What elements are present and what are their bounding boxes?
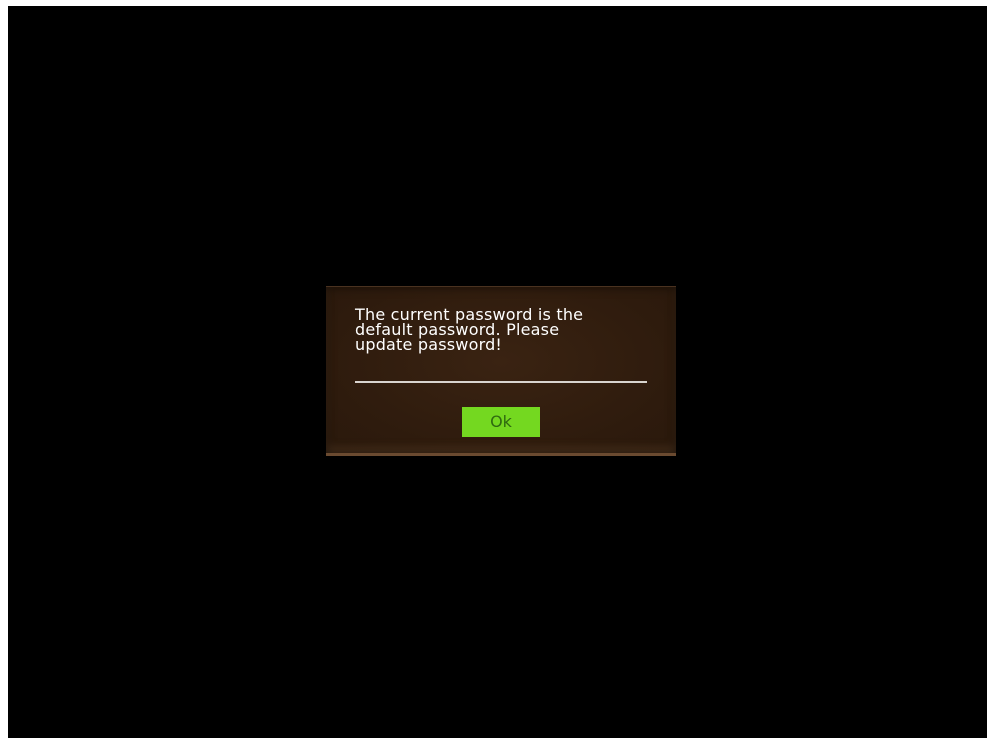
dialog-message: The current password is the default pass…: [355, 305, 584, 354]
ok-button[interactable]: Ok: [462, 407, 540, 437]
dialog-divider: [355, 381, 647, 383]
screen-background: The current password is the default pass…: [8, 6, 987, 738]
password-warning-dialog: The current password is the default pass…: [326, 286, 676, 456]
